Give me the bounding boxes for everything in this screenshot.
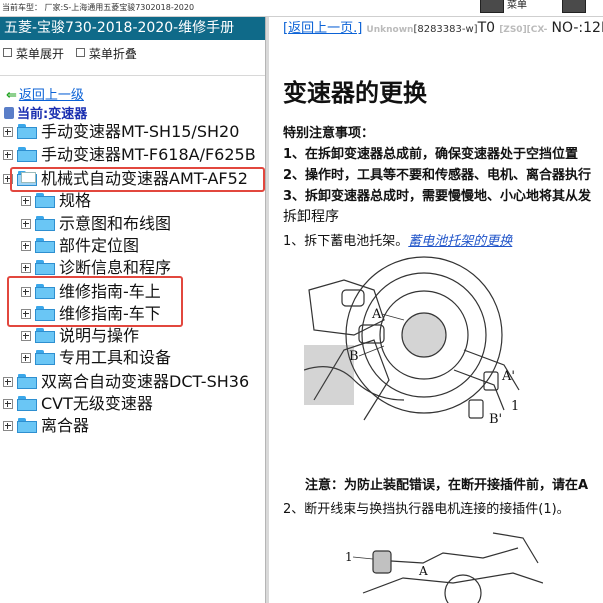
current-location: 当前:变速器: [4, 103, 87, 122]
figure-label-a-prime: A': [501, 369, 515, 384]
expand-toggle-icon[interactable]: [21, 263, 31, 273]
content-pane: [返回上一页.] Unknown[8283383-w]T0 [ZS0][CX- …: [269, 17, 603, 603]
expand-toggle-icon[interactable]: [3, 127, 13, 137]
folder-icon: [17, 418, 37, 433]
divider-line: [0, 75, 265, 76]
expand-toggle-icon[interactable]: [21, 331, 31, 341]
notice-title: 特别注意事项：: [283, 126, 375, 141]
note-text: 注意：为防止装配错误，在断开接插件前，请在A: [305, 478, 589, 493]
notice-item-2: 2、操作时，工具等不要和传感器、电机、离合器执行: [283, 168, 592, 183]
notice-item-3: 3、拆卸变速器总成时，需要慢慢地、小心地将其从发: [283, 189, 592, 204]
expand-toggle-icon[interactable]: [21, 219, 31, 229]
book-icon: [4, 107, 14, 119]
collapse-icon: [75, 48, 85, 57]
folder-icon: [17, 124, 37, 139]
folder-icon: [35, 238, 55, 253]
figure2-label-1: 1: [345, 550, 353, 564]
step-1: 1、拆下蓄电池托架。蓄电池托架的更换: [283, 234, 513, 249]
expand-toggle-icon[interactable]: [21, 196, 31, 206]
figure-label-b-prime: B': [489, 412, 502, 425]
figure-label-b: B: [349, 349, 359, 364]
procedure-heading: 拆卸程序: [283, 209, 339, 225]
back-link[interactable]: ⇐ 返回上一级: [6, 84, 84, 103]
notice-item-1: 1、在拆卸变速器总成前，确保变速器处于空挡位置: [283, 147, 579, 162]
folder-icon: [35, 328, 55, 343]
folder-icon: [17, 374, 37, 389]
folder-icon: [35, 260, 55, 275]
step-2: 2、断开线束与换挡执行器电机连接的接插件(1)。: [283, 502, 570, 517]
doc-code-3: [ZS0][CX-: [499, 25, 548, 35]
expand-toggle-icon[interactable]: [3, 399, 13, 409]
back-arrow-icon: ⇐: [6, 88, 17, 103]
menu-expand-button[interactable]: 菜单展开: [3, 47, 64, 61]
figure-label-1: 1: [511, 399, 519, 414]
highlight-box-amt: [10, 167, 265, 192]
page-title: 变速器的更换: [283, 79, 427, 107]
expand-toggle-icon[interactable]: [3, 150, 13, 160]
transmission-figure-2: 1 A: [343, 523, 543, 603]
expand-toggle-icon[interactable]: [21, 241, 31, 251]
unknown-label: Unknown: [366, 25, 414, 35]
expand-toggle-icon[interactable]: [21, 353, 31, 363]
menu-icon[interactable]: [480, 0, 504, 13]
folder-icon: [17, 396, 37, 411]
menu-collapse-button[interactable]: 菜单折叠: [75, 47, 137, 61]
doc-code-2: T0: [477, 20, 496, 36]
expand-toggle-icon[interactable]: [3, 421, 13, 431]
menu-ops: 菜单展开 菜单折叠: [3, 45, 145, 62]
prev-page-link[interactable]: [返回上一页.]: [283, 21, 362, 36]
folder-icon: [35, 350, 55, 365]
sidebar: 五菱-宝骏730-2018-2020-维修手册 菜单展开 菜单折叠 ⇐ 返回上一级…: [0, 17, 265, 603]
folder-icon: [35, 193, 55, 208]
folder-icon: [35, 216, 55, 231]
folder-icon: [17, 147, 37, 162]
toolbar-icon[interactable]: [562, 0, 586, 13]
top-bar: 当前车型： 厂家:S-上海通用五菱宝骏7302018-2020 菜单: [0, 0, 603, 17]
expand-toggle-icon[interactable]: [3, 377, 13, 387]
doc-code-1: [8283383-w]: [413, 24, 478, 35]
page-nav: [返回上一页.] Unknown[8283383-w]T0 [ZS0][CX- …: [283, 17, 603, 36]
car-model-label: 当前车型： 厂家:S-上海通用五菱宝骏7302018-2020: [2, 3, 195, 12]
transmission-figure-1: A B A' B' 1: [304, 250, 534, 425]
battery-tray-link[interactable]: 蓄电池托架的更换: [408, 234, 512, 249]
menu-button[interactable]: 菜单: [507, 0, 527, 14]
expand-icon: [3, 48, 12, 57]
highlight-box-repair: [7, 276, 183, 327]
figure-label-a: A: [371, 307, 382, 322]
doc-code-4: NO-:12P6: [551, 20, 603, 36]
figure2-label-a: A: [418, 564, 428, 578]
manual-title: 五菱-宝骏730-2018-2020-维修手册: [0, 17, 265, 40]
